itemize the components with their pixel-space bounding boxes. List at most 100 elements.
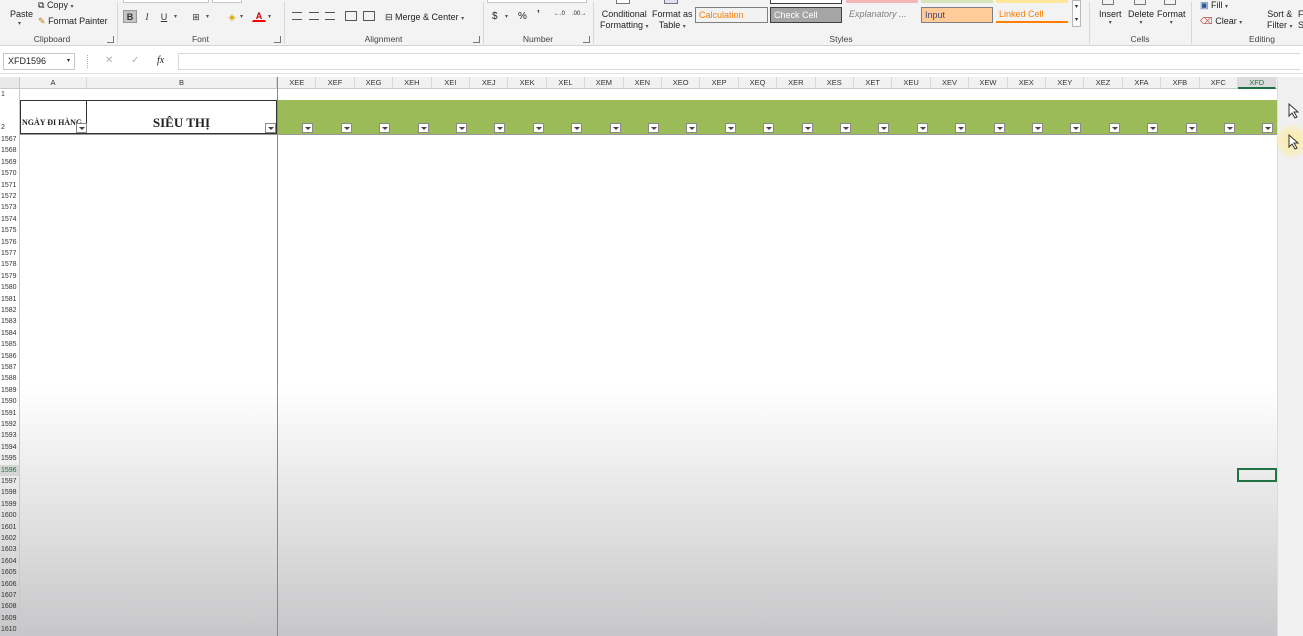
filter-dropdown-icon[interactable] xyxy=(840,123,851,133)
filter-dropdown-icon[interactable] xyxy=(1147,123,1159,133)
column-header-xfb[interactable]: XFB xyxy=(1161,77,1200,89)
currency-button[interactable]: $ xyxy=(492,11,498,22)
insert-function-icon[interactable]: fx xyxy=(157,55,164,66)
comma-style-button[interactable]: ’ xyxy=(537,9,540,20)
style-calculation[interactable]: Calculation xyxy=(695,7,768,23)
paste-dropdown-icon[interactable]: ▾ xyxy=(18,20,21,27)
column-header-xeg[interactable]: XEG xyxy=(355,77,394,89)
column-header-xeq[interactable]: XEQ xyxy=(739,77,778,89)
row-header-1568[interactable]: 1568 xyxy=(0,145,19,156)
copy-button[interactable]: ⧉ Copy ▾ xyxy=(38,0,73,11)
column-header-xem[interactable]: XEM xyxy=(585,77,624,89)
number-launcher-icon[interactable] xyxy=(583,36,590,43)
conditional-formatting-button[interactable]: Conditional Formatting ▾ xyxy=(600,9,649,33)
clipboard-launcher-icon[interactable] xyxy=(107,36,114,43)
column-header-xej[interactable]: XEJ xyxy=(470,77,509,89)
decrease-decimal-button[interactable]: .00→ xyxy=(572,11,586,17)
alignment-launcher-icon[interactable] xyxy=(473,36,480,43)
filter-dropdown-icon[interactable] xyxy=(417,123,429,133)
filter-dropdown-icon[interactable] xyxy=(724,123,736,133)
row-header-1606[interactable]: 1606 xyxy=(0,579,19,590)
active-cell-selection[interactable] xyxy=(1237,468,1277,482)
column-header-xex[interactable]: XEX xyxy=(1008,77,1046,89)
row-header-1595[interactable]: 1595 xyxy=(0,453,19,464)
row-header-1600[interactable]: 1600 xyxy=(0,510,19,521)
column-header-xfa[interactable]: XFA xyxy=(1123,77,1162,89)
filter-dropdown-icon[interactable] xyxy=(571,123,583,133)
header-cell-sieu-thi[interactable]: SIÊU THỊ xyxy=(87,100,277,134)
row-header-1607[interactable]: 1607 xyxy=(0,590,19,601)
select-all-corner[interactable] xyxy=(0,77,20,89)
column-header-xfc[interactable]: XFC xyxy=(1200,77,1238,89)
filter-dropdown-icon[interactable] xyxy=(993,123,1005,133)
filter-dropdown-icon[interactable] xyxy=(1032,123,1043,133)
format-button[interactable]: Format ▾ xyxy=(1157,9,1186,26)
filter-dropdown-icon[interactable] xyxy=(609,123,621,133)
style-linked-cell[interactable]: Linked Cell xyxy=(996,7,1068,23)
row-header-1594[interactable]: 1594 xyxy=(0,442,19,453)
merge-center-button[interactable]: ⊟ Merge & Center ▾ xyxy=(385,12,464,23)
row-header-1605[interactable]: 1605 xyxy=(0,567,19,578)
filter-dropdown-icon[interactable] xyxy=(379,123,391,133)
row-header-1580[interactable]: 1580 xyxy=(0,282,19,293)
row-header-1604[interactable]: 1604 xyxy=(0,556,19,567)
fill-color-button[interactable]: ◈ xyxy=(225,10,239,23)
currency-dropdown-icon[interactable]: ▾ xyxy=(505,13,508,20)
filter-dropdown-icon[interactable] xyxy=(1224,123,1235,133)
row-header-1569[interactable]: 1569 xyxy=(0,157,19,168)
row-header-1593[interactable]: 1593 xyxy=(0,430,19,441)
font-color-dropdown-icon[interactable]: ▾ xyxy=(268,13,271,20)
column-header-xel[interactable]: XEL xyxy=(547,77,586,89)
chevron-down-icon[interactable]: ▾ xyxy=(67,54,70,69)
decrease-indent-icon[interactable] xyxy=(345,11,357,21)
column-header-xes[interactable]: XES xyxy=(816,77,854,89)
row-header-1578[interactable]: 1578 xyxy=(0,259,19,270)
align-left-icon[interactable] xyxy=(292,12,302,20)
enter-icon[interactable]: ✓ xyxy=(131,55,139,66)
column-header-xeu[interactable]: XEU xyxy=(892,77,931,89)
borders-dropdown-icon[interactable]: ▾ xyxy=(206,13,209,20)
row-header-1[interactable]: 1 xyxy=(0,89,19,100)
row-header-1576[interactable]: 1576 xyxy=(0,237,19,248)
filter-dropdown-icon[interactable] xyxy=(763,123,775,133)
row-header-1571[interactable]: 1571 xyxy=(0,180,19,191)
cancel-icon[interactable]: ✕ xyxy=(105,55,113,66)
column-header-xen[interactable]: XEN xyxy=(624,77,662,89)
insert-button[interactable]: Insert ▾ xyxy=(1099,9,1122,26)
row-header-1582[interactable]: 1582 xyxy=(0,305,19,316)
column-header-xep[interactable]: XEP xyxy=(700,77,739,89)
bold-button[interactable]: B xyxy=(123,10,137,23)
row-header-1591[interactable]: 1591 xyxy=(0,408,19,419)
filter-dropdown-icon[interactable] xyxy=(878,123,890,133)
row-header-1574[interactable]: 1574 xyxy=(0,214,19,225)
row-header-1588[interactable]: 1588 xyxy=(0,373,19,384)
delete-button[interactable]: Delete ▾ xyxy=(1128,9,1154,26)
align-center-icon[interactable] xyxy=(309,12,319,20)
column-header-xey[interactable]: XEY xyxy=(1046,77,1085,89)
column-header-xev[interactable]: XEV xyxy=(931,77,970,89)
column-header-xek[interactable]: XEK xyxy=(508,77,547,89)
column-header-xfd[interactable]: XFD xyxy=(1238,77,1277,89)
formula-input[interactable] xyxy=(178,53,1300,70)
style-input[interactable]: Input xyxy=(921,7,993,23)
find-select-button[interactable]: F Se xyxy=(1298,9,1303,31)
filter-dropdown-icon[interactable] xyxy=(916,123,928,133)
column-header-xeh[interactable]: XEH xyxy=(393,77,432,89)
fill-color-dropdown-icon[interactable]: ▾ xyxy=(240,13,243,20)
row-header-1567[interactable]: 1567 xyxy=(0,134,19,145)
row-header-2[interactable]: 2 xyxy=(0,100,19,134)
increase-indent-icon[interactable] xyxy=(363,11,375,21)
column-header-xeo[interactable]: XEO xyxy=(662,77,701,89)
filter-dropdown-icon[interactable] xyxy=(955,123,967,133)
row-header-1603[interactable]: 1603 xyxy=(0,544,19,555)
filter-dropdown-icon[interactable] xyxy=(76,123,87,133)
filter-dropdown-icon[interactable] xyxy=(1262,123,1274,133)
column-header-b[interactable]: B xyxy=(87,77,277,89)
font-size-select[interactable] xyxy=(212,0,242,3)
borders-button[interactable]: ⊞ xyxy=(189,10,203,23)
row-header-1579[interactable]: 1579 xyxy=(0,271,19,282)
row-header-1581[interactable]: 1581 xyxy=(0,294,19,305)
filter-dropdown-icon[interactable] xyxy=(1185,123,1197,133)
filter-dropdown-icon[interactable] xyxy=(801,123,813,133)
row-header-1570[interactable]: 1570 xyxy=(0,168,19,179)
